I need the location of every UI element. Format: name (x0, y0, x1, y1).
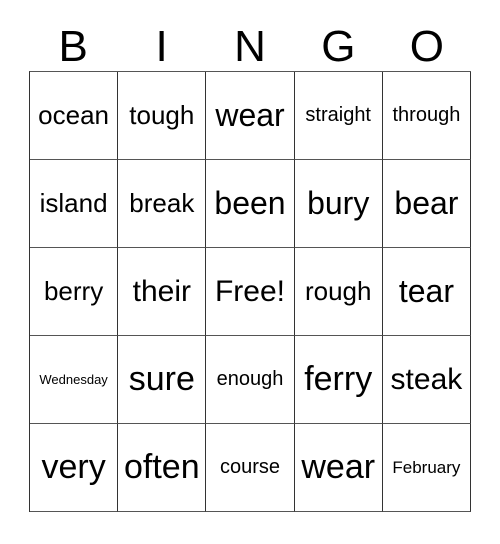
bingo-cell[interactable]: bear (382, 160, 472, 248)
bingo-cell[interactable]: ocean (30, 72, 119, 160)
bingo-cell[interactable]: February (382, 424, 472, 512)
bingo-cell-label: break (129, 187, 195, 218)
bingo-cell-label: through (392, 104, 461, 126)
bingo-cell[interactable]: berry (30, 248, 119, 336)
bingo-cell[interactable]: through (382, 72, 472, 160)
bingo-cell[interactable]: break (118, 160, 207, 248)
bingo-cell-label: bury (307, 184, 370, 221)
bingo-cell[interactable]: island (30, 160, 119, 248)
bingo-cell-label: often (123, 447, 200, 486)
bingo-cell-label: enough (216, 368, 284, 390)
bingo-cell-label: steak (390, 362, 463, 396)
bingo-cell-label: ferry (304, 359, 373, 398)
bingo-header-letter-o: O (409, 22, 444, 71)
bingo-cell[interactable]: been (206, 160, 295, 248)
bingo-cell-label: island (39, 187, 108, 218)
bingo-cell-label: Wednesday (39, 371, 108, 387)
bingo-cell[interactable]: very (30, 424, 119, 512)
bingo-cell-label: tough (129, 99, 195, 130)
bingo-card: B I N G O ocean tough wear straight thro… (29, 8, 472, 512)
bingo-cell[interactable]: steak (382, 336, 472, 424)
bingo-free-space-label: Free! (214, 274, 286, 308)
bingo-cell-label: been (214, 184, 286, 221)
bingo-header-row: B I N G O (29, 8, 471, 71)
bingo-cell[interactable]: wear (206, 72, 295, 160)
bingo-cell[interactable]: their (118, 248, 207, 336)
bingo-cell-label: berry (43, 275, 104, 306)
bingo-header-letter-i: I (155, 22, 168, 71)
bingo-cell-label: very (41, 447, 106, 486)
bingo-cell[interactable]: ferry (294, 336, 383, 424)
bingo-row: Wednesday sure enough ferry steak (30, 336, 472, 424)
bingo-cell[interactable]: tear (382, 248, 472, 336)
bingo-cell-label: sure (128, 359, 195, 398)
bingo-cell[interactable]: enough (206, 336, 295, 424)
bingo-row: berry their Free! rough tear (30, 248, 472, 336)
bingo-row: very often course wear February (30, 424, 472, 512)
bingo-cell[interactable]: often (118, 424, 207, 512)
bingo-header-letter-b: B (58, 22, 88, 71)
bingo-cell-label: tear (398, 272, 454, 309)
bingo-grid: ocean tough wear straight through island… (29, 71, 472, 512)
bingo-cell-label: rough (304, 275, 372, 306)
bingo-cell[interactable]: sure (118, 336, 207, 424)
bingo-cell[interactable]: tough (118, 72, 207, 160)
bingo-cell[interactable]: rough (294, 248, 383, 336)
bingo-cell-label: straight (305, 104, 371, 126)
bingo-cell[interactable]: Wednesday (30, 336, 119, 424)
bingo-cell-label: ocean (38, 99, 110, 130)
bingo-header-letter-g: G (321, 22, 356, 71)
bingo-row: island break been bury bear (30, 160, 472, 248)
bingo-cell-label: their (132, 274, 191, 308)
bingo-header-letter-n: N (234, 22, 266, 71)
bingo-row: ocean tough wear straight through (30, 72, 472, 160)
bingo-cell-label: course (219, 456, 281, 478)
bingo-cell[interactable]: wear (294, 424, 383, 512)
bingo-cell-label: wear (301, 447, 376, 486)
bingo-cell[interactable]: course (206, 424, 295, 512)
bingo-cell[interactable]: straight (294, 72, 383, 160)
bingo-cell-label: bear (394, 184, 459, 221)
bingo-free-space-cell[interactable]: Free! (206, 248, 295, 336)
bingo-cell-label: wear (215, 96, 285, 133)
bingo-cell[interactable]: bury (294, 160, 383, 248)
bingo-cell-label: February (392, 457, 461, 477)
